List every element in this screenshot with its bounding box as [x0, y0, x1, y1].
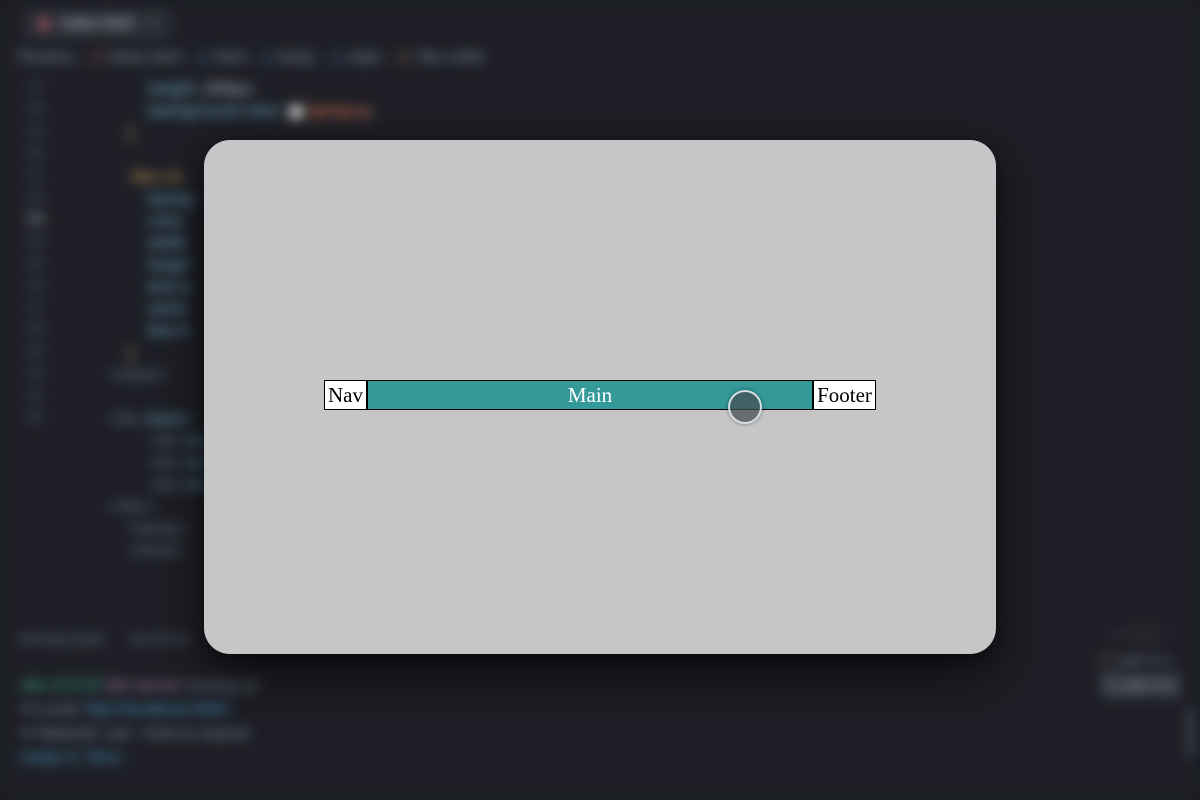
flex-child-nav: Nav [324, 380, 367, 410]
scrollbar-thumb[interactable] [1186, 708, 1194, 758]
terminal-actions[interactable]: + ⌄ ⋯ [1115, 624, 1170, 645]
line-number-gutter: 17181920212223242526272829303132 [14, 76, 44, 428]
terminal-shell-list[interactable]: zsh Flexzsh Test [1101, 647, 1180, 700]
new-terminal-icon[interactable]: + [1115, 626, 1123, 641]
tab-filename: index.html [61, 15, 134, 32]
breadcrumb[interactable]: Flexbox›◇ index.html›◇ html›◇ body›◇ sty… [18, 46, 483, 70]
cursor-indicator-icon [728, 390, 762, 424]
flex-parent-container: NavMainFooter [324, 380, 876, 410]
file-type-icon: ◆ [38, 15, 50, 32]
close-icon[interactable]: × [148, 15, 157, 32]
chevron-down-icon[interactable]: ⌄ [1132, 626, 1153, 645]
more-icon[interactable]: ⋯ [1157, 626, 1170, 641]
flex-child-footer: Footer [813, 380, 876, 410]
terminal-output[interactable]: vite v2.9.15 dev server running at:➜ Loc… [20, 674, 261, 770]
panel-tabs[interactable]: PROBLEMSOUTPUT [20, 629, 217, 650]
browser-preview-window: NavMainFooter [204, 140, 996, 654]
editor-tab[interactable]: ◆ index.html × [24, 8, 171, 40]
